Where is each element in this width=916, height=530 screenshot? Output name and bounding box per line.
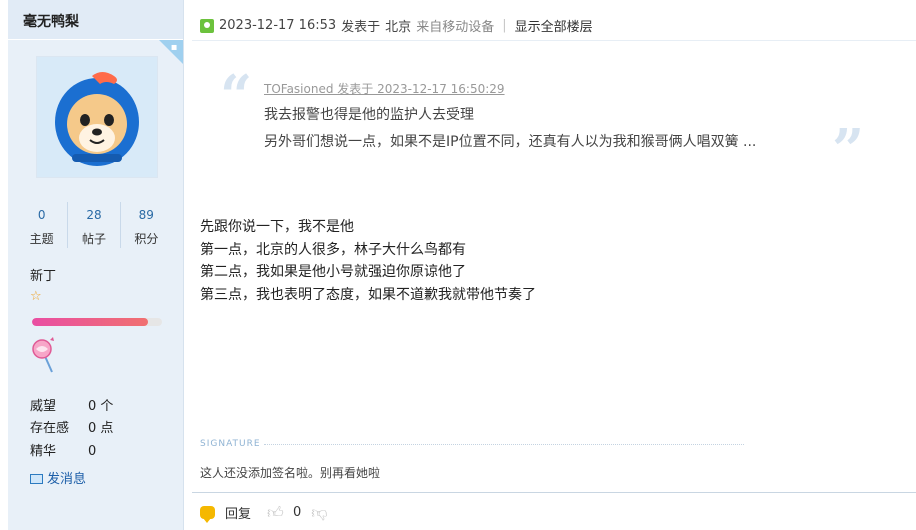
author-panel: 毫无鸭梨 ▪ 0 主题 28 帖子 89 积分 新丁 ☆ 威望 0 个 存在感 … [8, 0, 184, 530]
body-line: 第二点，我如果是他小号就强迫你原谅他了 [200, 264, 466, 280]
close-quote-icon: ” [832, 117, 865, 183]
mobile-device-label: 来自移动设备 [416, 20, 495, 35]
android-icon: ▪ [170, 42, 178, 53]
stat-value: 89 [138, 208, 154, 222]
signature-text: 这人还没添加签名啦。别再看她啦 [200, 466, 381, 480]
presence-value: 0 点 [88, 421, 114, 436]
post-body: 先跟你说一下，我不是他 第一点，北京的人很多，林子大什么鸟都有 第二点，我如果是… [200, 216, 536, 306]
quote-text: 我去报警也得是他的监护人去受理 [264, 107, 474, 123]
stat-label: 积分 [134, 232, 159, 246]
stat-topics[interactable]: 0 主题 [16, 202, 69, 248]
open-quote-icon: “ [220, 63, 253, 129]
reply-icon[interactable] [200, 506, 215, 523]
body-line: 第一点，北京的人很多，林子大什么鸟都有 [200, 241, 466, 258]
body-line: 先跟你说一下，我不是他 [200, 219, 354, 235]
post-timestamp: 2023-12-17 16:53 [219, 18, 337, 33]
essence-label: 精华 [30, 444, 57, 459]
presence-row: 存在感 0 点 [30, 417, 113, 436]
reply-button[interactable]: 回复 [225, 503, 251, 522]
meta-divider [192, 40, 916, 41]
thumbs-down-icon[interactable]: 👎︎ [311, 503, 329, 522]
prestige-row: 威望 0 个 [30, 395, 113, 414]
avatar[interactable] [36, 56, 158, 178]
prestige-value: 0 个 [88, 399, 114, 414]
stat-points[interactable]: 89 积分 [121, 202, 172, 248]
avatar-image [55, 72, 139, 166]
lollipop-medal-icon[interactable] [30, 336, 60, 374]
essence-row: 精华 0 [30, 440, 96, 459]
author-header: 毫无鸭梨 [8, 0, 183, 40]
post-location: 北京 [385, 20, 412, 35]
envelope-icon [30, 474, 43, 484]
post-meta: 2023-12-17 16:53 发表于 北京 来自移动设备 | 显示全部楼层 [200, 16, 593, 35]
quote-author-link[interactable]: TOFasioned 发表于 2023-12-17 16:50:29 [264, 80, 505, 97]
username[interactable]: 毫无鸭梨 [23, 11, 79, 31]
send-message-link[interactable]: 发消息 [30, 468, 86, 487]
stat-posts[interactable]: 28 帖子 [68, 202, 121, 248]
essence-value: 0 [88, 444, 97, 459]
like-count: 0 [293, 505, 302, 520]
author-stats: 0 主题 28 帖子 89 积分 [16, 202, 172, 248]
user-rank: 新丁 [30, 269, 57, 284]
stat-value: 0 [37, 208, 46, 222]
signature-divider [264, 444, 744, 445]
divider: | [502, 18, 507, 33]
star-icon: ☆ [30, 289, 42, 304]
signature-label: SIGNATURE [200, 439, 261, 449]
body-line: 第三点，我也表明了态度，如果不道歉我就带他节奏了 [200, 286, 536, 303]
posted-at-label: 发表于 [341, 20, 381, 35]
send-message-label: 发消息 [47, 472, 87, 487]
level-progress-bar [32, 318, 162, 326]
show-all-floors-link[interactable]: 显示全部楼层 [515, 16, 593, 35]
stat-label: 帖子 [81, 232, 106, 246]
post-footer-divider [192, 492, 916, 493]
stat-label: 主题 [29, 232, 54, 246]
presence-label: 存在感 [30, 421, 70, 436]
thumbs-up-icon[interactable]: 👍︎ [267, 503, 285, 522]
level-progress-fill [32, 318, 148, 326]
quote-block: “ TOFasioned 发表于 2023-12-17 16:50:29 我去报… [220, 68, 870, 178]
prestige-label: 威望 [30, 399, 57, 414]
post-actions: 回复 👍︎ 0 👎︎ [200, 503, 329, 523]
post-content: 2023-12-17 16:53 发表于 北京 来自移动设备 | 显示全部楼层 … [184, 0, 916, 530]
stat-value: 28 [86, 208, 102, 222]
quote-text: 另外哥们想说一点，如果不是IP位置不同，还真有人以为我和猴哥俩人唱双簧 ... [264, 134, 757, 150]
online-status-icon [200, 18, 214, 33]
